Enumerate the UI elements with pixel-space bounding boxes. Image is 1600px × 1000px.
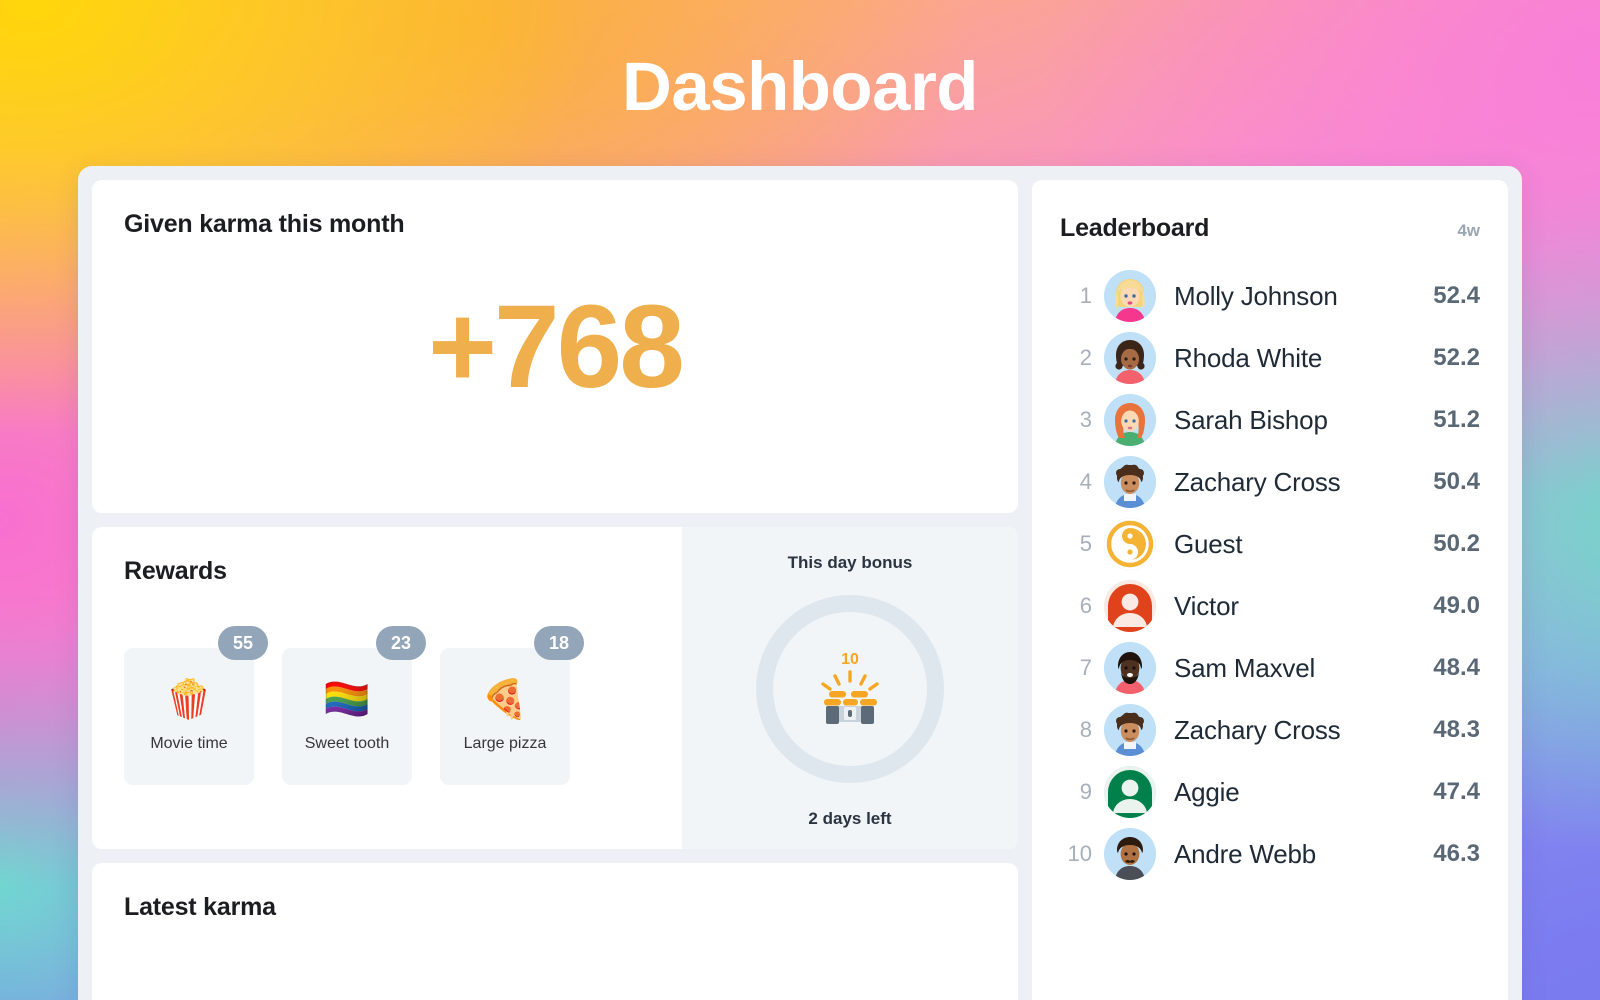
leaderboard-row[interactable]: 8 Zachary Cross 48.3 [1060, 699, 1480, 761]
leaderboard-name: Victor [1174, 590, 1239, 621]
leaderboard-score: 50.2 [1433, 530, 1480, 557]
rewards-section: Rewards 55 🍿 Movie time 23 🏳️‍🌈 Sweet to… [92, 527, 682, 849]
leaderboard-title: Leaderboard [1060, 214, 1210, 242]
leaderboard-rank: 8 [1079, 717, 1092, 742]
reward-count-badge: 18 [534, 626, 584, 660]
leaderboard-score: 48.4 [1433, 654, 1480, 681]
leaderboard-score: 51.2 [1433, 406, 1480, 433]
bonus-title: This day bonus [787, 553, 913, 572]
leaderboard-score: 50.4 [1433, 468, 1480, 495]
rewards-card: Rewards 55 🍿 Movie time 23 🏳️‍🌈 Sweet to… [92, 527, 1018, 849]
reward-count-badge: 55 [218, 626, 268, 660]
leaderboard-rank: 4 [1079, 469, 1092, 494]
leaderboard-row[interactable]: 2 Rhoda White 52.2 [1060, 327, 1480, 389]
leaderboard-row[interactable]: 5 Guest 50.2 [1060, 513, 1480, 575]
avatar-generic-red [1104, 580, 1156, 632]
avatar-dark-hair-woman [1104, 332, 1156, 384]
leaderboard-rank: 10 [1067, 841, 1092, 866]
leaderboard-row[interactable]: 7 Sam Maxvel 48.4 [1060, 637, 1480, 699]
leaderboard-score: 46.3 [1433, 840, 1480, 867]
leaderboard-score: 48.3 [1433, 716, 1480, 743]
reward-item[interactable]: 18 🍕 Large pizza [440, 626, 584, 785]
leaderboard-period[interactable]: 4w [1457, 221, 1480, 241]
leaderboard-row[interactable]: 4 Zachary Cross 50.4 [1060, 451, 1480, 513]
rewards-title: Rewards [124, 557, 227, 585]
given-karma-value: +768 [428, 281, 685, 413]
popcorn-icon: 🍿 [165, 678, 213, 721]
latest-karma-title: Latest karma [124, 893, 276, 921]
leaderboard-row[interactable]: 9 Aggie 47.4 [1060, 761, 1480, 823]
avatar-blonde-woman [1104, 270, 1156, 322]
reward-label: Sweet tooth [304, 734, 390, 752]
leaderboard-name: Andre Webb [1174, 838, 1317, 869]
leaderboard-score: 47.4 [1433, 778, 1480, 805]
reward-label: Large pizza [463, 734, 547, 752]
leaderboard-row[interactable]: 6 Victor 49.0 [1060, 575, 1480, 637]
leaderboard-name: Zachary Cross [1174, 466, 1341, 497]
treasure-chest-icon [821, 670, 879, 724]
leaderboard-rank: 1 [1079, 283, 1092, 308]
avatar-curly-hair-man [1104, 456, 1156, 508]
rewards-list: 55 🍿 Movie time 23 🏳️‍🌈 Sweet tooth 18 🍕… [124, 626, 650, 785]
leaderboard-name: Sarah Bishop [1174, 404, 1328, 435]
leaderboard-row[interactable]: 3 Sarah Bishop 51.2 [1060, 389, 1480, 451]
leaderboard-rank: 6 [1079, 593, 1092, 618]
leaderboard-rank: 5 [1079, 531, 1092, 556]
this-day-bonus-panel: This day bonus 10 2 days left [682, 527, 1018, 849]
leaderboard-name: Guest [1174, 528, 1243, 559]
leaderboard-score: 49.0 [1433, 592, 1480, 619]
bonus-progress-ring: 10 [756, 595, 944, 783]
reward-item[interactable]: 55 🍿 Movie time [124, 626, 268, 785]
page-title: Dashboard [622, 48, 978, 125]
avatar-bearded-man [1104, 642, 1156, 694]
leaderboard-list: 1 Molly Johnson 52.4 2 Rhoda White 52.2 3 Sa… [1060, 265, 1480, 885]
leaderboard-panel: Leaderboard 4w 1 Molly Johnson 52.4 2 Rhod… [1032, 180, 1508, 1000]
leaderboard-score: 52.2 [1433, 344, 1480, 371]
leaderboard-name: Rhoda White [1174, 342, 1323, 373]
bonus-amount: 10 [841, 651, 859, 668]
leaderboard-rank: 7 [1079, 655, 1092, 680]
given-karma-title: Given karma this month [124, 210, 405, 238]
leaderboard-rank: 2 [1079, 345, 1092, 370]
left-column: Given karma this month +768 Rewards 55 🍿… [92, 180, 1018, 1000]
avatar-curly-hair-man [1104, 704, 1156, 756]
avatar-mustache-man [1104, 828, 1156, 880]
reward-count-badge: 23 [376, 626, 426, 660]
pizza-icon: 🍕 [481, 678, 529, 721]
leaderboard-score: 52.4 [1433, 282, 1480, 309]
bonus-chest-group[interactable]: 10 [813, 652, 887, 726]
leaderboard-rank: 3 [1079, 407, 1092, 432]
latest-karma-card: Latest karma [92, 863, 1018, 1000]
leaderboard-rank: 9 [1079, 779, 1092, 804]
reward-item[interactable]: 23 🏳️‍🌈 Sweet tooth [282, 626, 426, 785]
leaderboard-name: Zachary Cross [1174, 714, 1341, 745]
dashboard-shell: Given karma this month +768 Rewards 55 🍿… [78, 166, 1522, 1000]
avatar-generic-green [1104, 766, 1156, 818]
avatar-red-hair-woman [1104, 394, 1156, 446]
leaderboard-name: Sam Maxvel [1174, 652, 1316, 683]
rainbow-flag-icon: 🏳️‍🌈 [323, 678, 371, 721]
avatar-yin-yang [1104, 518, 1156, 570]
reward-label: Movie time [150, 734, 228, 752]
leaderboard-header: Leaderboard 4w [1060, 214, 1480, 243]
given-karma-card: Given karma this month +768 [92, 180, 1018, 513]
leaderboard-row[interactable]: 1 Molly Johnson 52.4 [1060, 265, 1480, 327]
leaderboard-name: Aggie [1174, 776, 1240, 807]
leaderboard-row[interactable]: 10 Andre Webb 46.3 [1060, 823, 1480, 885]
leaderboard-name: Molly Johnson [1174, 280, 1338, 311]
bonus-days-left: 2 days left [808, 809, 892, 828]
